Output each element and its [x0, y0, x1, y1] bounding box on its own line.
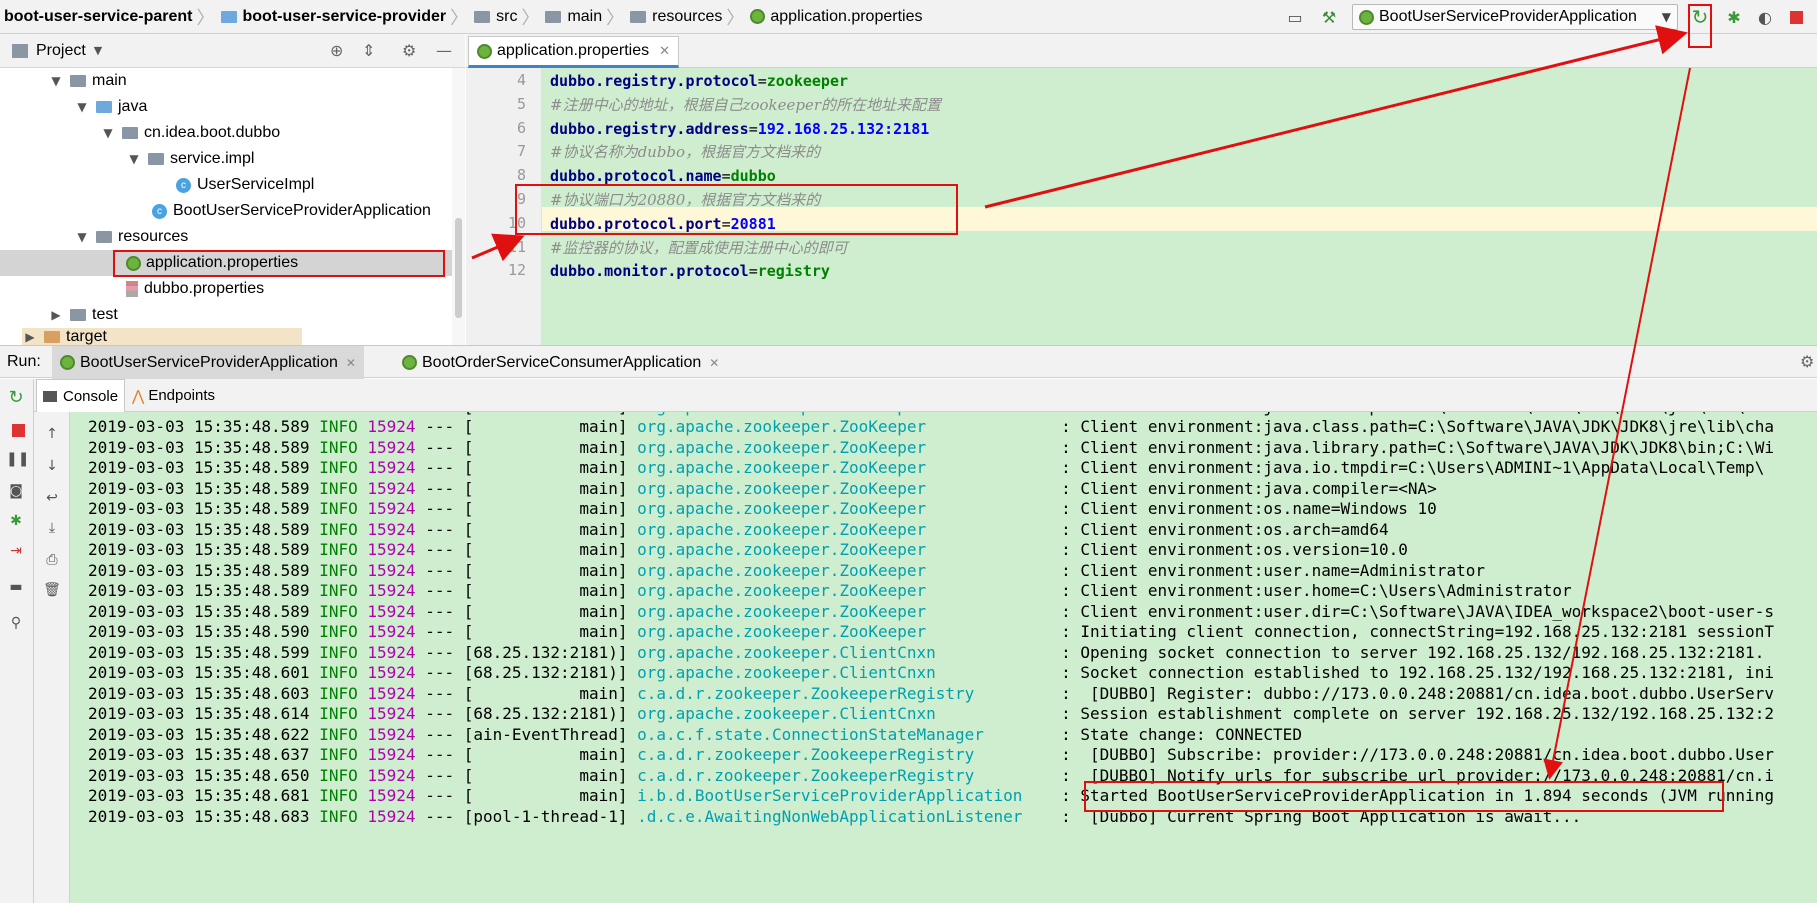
annotation-arrow [984, 25, 1688, 209]
annotation-arrow [1543, 67, 1691, 780]
annotation-arrows [471, 25, 1691, 780]
annotation-arrow [471, 233, 525, 262]
